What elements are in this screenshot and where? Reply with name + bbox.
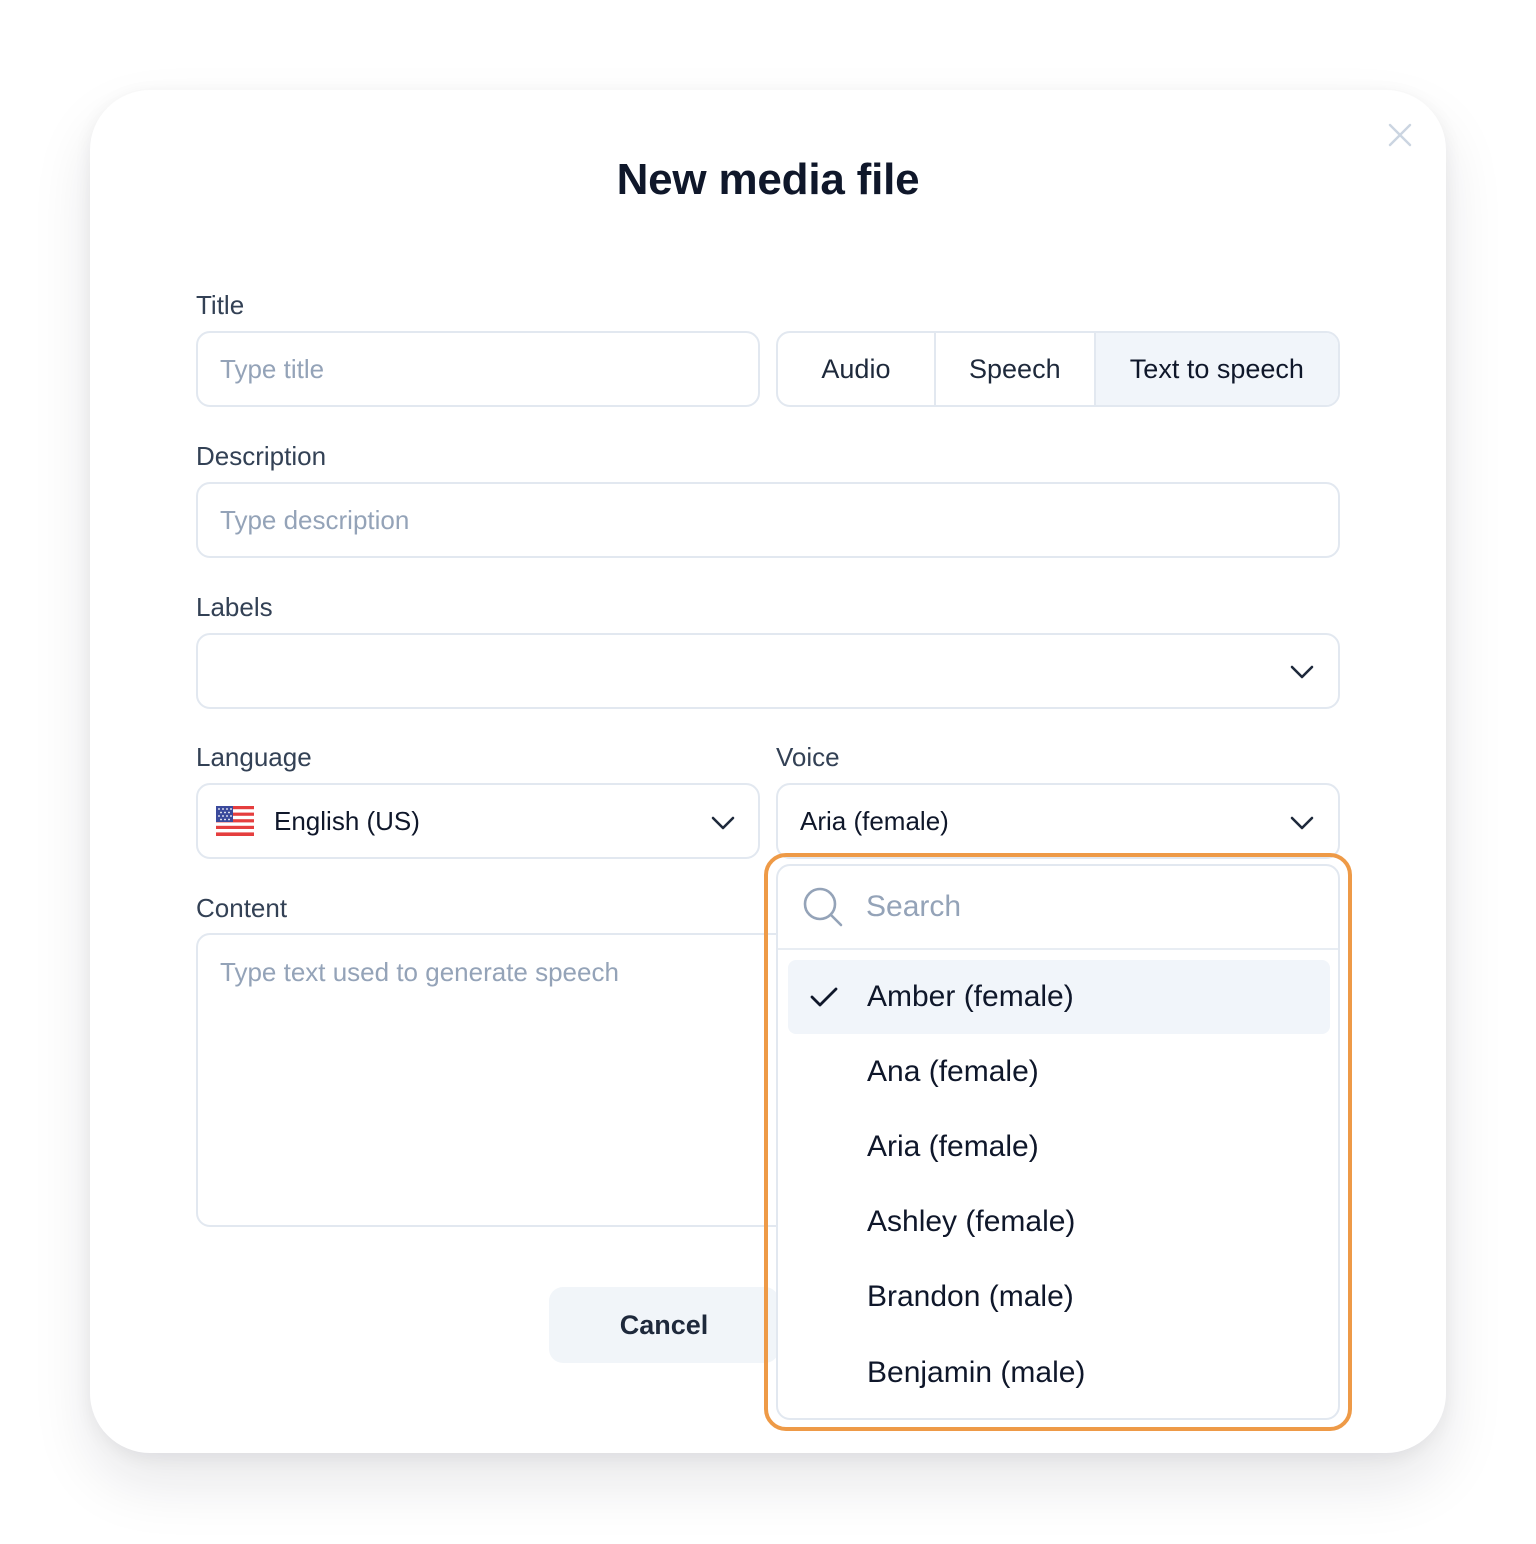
voice-option-aria[interactable]: Aria (female) [788, 1110, 1330, 1184]
voice-option-amber[interactable]: Amber (female) [788, 960, 1330, 1034]
voice-option-benjamin[interactable]: Benjamin (male) [788, 1336, 1330, 1410]
title-input[interactable] [220, 353, 758, 385]
voice-option-ana[interactable]: Ana (female) [788, 1035, 1330, 1109]
voice-select[interactable]: Aria (female) [776, 783, 1340, 859]
media-type-tabs: Audio Speech Text to speech [776, 331, 1340, 407]
voice-option-brandon[interactable]: Brandon (male) [788, 1260, 1330, 1334]
language-value: English (US) [274, 805, 420, 836]
us-flag-icon [216, 806, 254, 836]
chevron-down-icon [1290, 665, 1314, 679]
close-button[interactable] [1385, 120, 1415, 150]
description-label: Description [196, 441, 327, 471]
content-label: Content [196, 893, 288, 923]
voice-search-placeholder: Search [866, 890, 962, 923]
title-field[interactable] [196, 331, 760, 407]
check-icon [810, 987, 838, 1007]
stage: New media file Title Audio Speech Text t… [0, 0, 1536, 1544]
title-label: Title [196, 290, 245, 320]
voice-option-label: Ana (female) [867, 1055, 1039, 1088]
close-icon [1388, 123, 1412, 147]
voice-search-box[interactable]: Search [778, 866, 1338, 950]
tab-audio[interactable]: Audio [778, 333, 936, 405]
voice-dropdown-menu: Search Amber (female) Ana (female) Aria … [776, 864, 1340, 1420]
voice-option-label: Brandon (male) [867, 1280, 1074, 1313]
chevron-down-icon [711, 816, 735, 830]
labels-label: Labels [196, 592, 273, 622]
labels-select[interactable] [196, 633, 1340, 709]
language-select[interactable]: English (US) [196, 783, 760, 859]
description-field[interactable] [196, 482, 1340, 558]
description-input[interactable] [220, 504, 1338, 536]
tab-speech[interactable]: Speech [936, 333, 1096, 405]
voice-label: Voice [776, 742, 840, 772]
tab-text-to-speech[interactable]: Text to speech [1095, 333, 1338, 405]
cancel-button[interactable]: Cancel [549, 1287, 779, 1363]
modal-title: New media file [616, 155, 920, 204]
voice-option-label: Benjamin (male) [867, 1356, 1086, 1389]
voice-option-label: Amber (female) [867, 980, 1074, 1013]
language-label: Language [196, 742, 312, 772]
voice-option-label: Aria (female) [867, 1130, 1039, 1163]
chevron-down-icon [1290, 816, 1314, 830]
voice-option-ashley[interactable]: Ashley (female) [788, 1185, 1330, 1259]
search-icon [803, 887, 843, 927]
content-field[interactable] [196, 933, 796, 1227]
content-textarea[interactable] [220, 957, 772, 1203]
voice-value: Aria (female) [800, 805, 949, 836]
voice-option-label: Ashley (female) [867, 1205, 1076, 1238]
